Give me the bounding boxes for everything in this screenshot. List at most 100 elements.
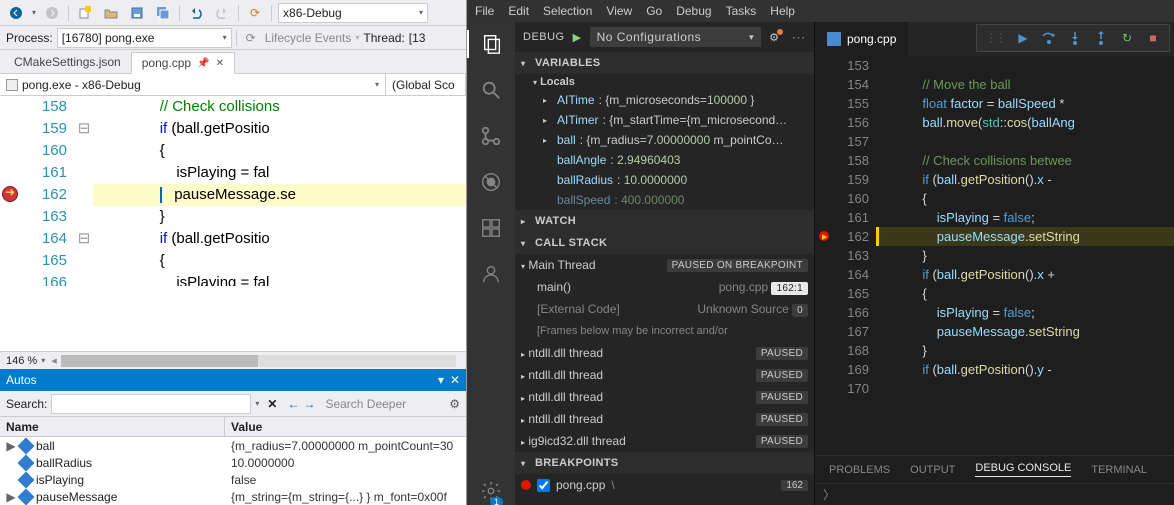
- continue-icon[interactable]: ▶: [1015, 30, 1031, 46]
- panel-tab-problems[interactable]: PROBLEMS: [829, 464, 890, 476]
- nav-fwd-button[interactable]: [42, 3, 62, 23]
- autos-row[interactable]: isPlaying false: [0, 471, 466, 488]
- chevron-down-icon[interactable]: ▾: [41, 356, 45, 365]
- callstack-header[interactable]: ▾CALL STACK: [515, 232, 814, 254]
- code-line[interactable]: if (ball.getPosition().x -: [879, 170, 1174, 189]
- code-line[interactable]: [879, 132, 1174, 151]
- restart-icon[interactable]: ↻: [1119, 30, 1135, 46]
- autos-row[interactable]: ▶pauseMessage {m_string={m_string={...} …: [0, 488, 466, 505]
- code-line[interactable]: // Check collisions: [93, 96, 466, 118]
- breakpoint-gutter[interactable]: ▸: [815, 56, 837, 455]
- code-line[interactable]: float factor = ballSpeed *: [879, 94, 1174, 113]
- code-line[interactable]: // Move the ball: [879, 75, 1174, 94]
- code-line[interactable]: ball.move(std::cos(ballAng: [879, 113, 1174, 132]
- thread-row[interactable]: ▸ ntdll.dll thread PAUSED: [515, 364, 814, 386]
- h-scrollbar[interactable]: [61, 355, 456, 367]
- vscode-editor[interactable]: ▸ 15315415515615715815916016116216316416…: [815, 56, 1174, 455]
- expand-icon[interactable]: ▶: [6, 439, 16, 453]
- menu-edit[interactable]: Edit: [508, 4, 529, 18]
- search-input[interactable]: [51, 394, 251, 414]
- code-line[interactable]: isPlaying = fal: [93, 162, 466, 184]
- chevron-down-icon[interactable]: ▾: [355, 33, 359, 42]
- explorer-icon[interactable]: [467, 30, 515, 58]
- lifecycle-icon[interactable]: ⟳: [241, 28, 261, 48]
- config-combo[interactable]: x86-Debug ▾: [278, 3, 428, 23]
- code-line[interactable]: if (ball.getPositio: [93, 228, 466, 250]
- close-icon[interactable]: ✕: [216, 58, 224, 69]
- panel-tab-debug console[interactable]: DEBUG CONSOLE: [975, 462, 1071, 477]
- expand-icon[interactable]: ▸: [543, 136, 553, 145]
- undo-icon[interactable]: [186, 3, 206, 23]
- pin-icon[interactable]: 📌: [197, 58, 209, 69]
- menu-selection[interactable]: Selection: [543, 4, 592, 18]
- code-line[interactable]: {: [879, 284, 1174, 303]
- redo-icon[interactable]: [212, 3, 232, 23]
- breakpoint-gutter[interactable]: [0, 96, 20, 351]
- close-icon[interactable]: ✕: [450, 373, 460, 387]
- panel-tab-output[interactable]: OUTPUT: [910, 464, 955, 476]
- vs-code-editor[interactable]: 158159160161162163164165166 ⊟⊟ // Check …: [0, 96, 466, 351]
- drag-grip-icon[interactable]: ⋮⋮: [985, 31, 1005, 45]
- locals-header[interactable]: ▾ Locals: [515, 74, 814, 90]
- autos-row[interactable]: ballRadius 10.0000000: [0, 454, 466, 471]
- breakpoint-hit-icon[interactable]: ▸: [819, 229, 833, 243]
- autos-row[interactable]: ▶ball {m_radius=7.00000000 m_pointCount=…: [0, 437, 466, 454]
- code-line[interactable]: }: [879, 341, 1174, 360]
- variable-item[interactable]: ballRadius: 10.0000000: [515, 170, 814, 190]
- breakpoints-header[interactable]: ▾BREAKPOINTS: [515, 452, 814, 474]
- code-line[interactable]: pauseMessage.setString: [879, 322, 1174, 341]
- variable-item[interactable]: ballSpeed: 400.000000: [515, 190, 814, 210]
- thread-row[interactable]: ▸ ntdll.dll thread PAUSED: [515, 386, 814, 408]
- extensions-icon[interactable]: [477, 214, 505, 242]
- stack-frame[interactable]: main() pong.cpp 162:1: [515, 276, 814, 298]
- code-line[interactable]: // Check collisions betwee: [879, 151, 1174, 170]
- variable-item[interactable]: ballAngle: 2.94960403: [515, 150, 814, 170]
- variables-header[interactable]: ▾VARIABLES: [515, 52, 814, 74]
- menu-file[interactable]: File: [475, 4, 494, 18]
- gear-icon[interactable]: ⚙: [449, 397, 460, 411]
- search-prev-icon[interactable]: ←: [287, 397, 299, 411]
- dropdown-icon[interactable]: ▾: [438, 373, 444, 387]
- scroll-left-icon[interactable]: ◂: [51, 354, 57, 367]
- editor-content[interactable]: // Move the ball float factor = ballSpee…: [879, 56, 1174, 455]
- menu-go[interactable]: Go: [646, 4, 662, 18]
- code-line[interactable]: if (ball.getPosition().x +: [879, 265, 1174, 284]
- menu-debug[interactable]: Debug: [676, 4, 711, 18]
- step-into-icon[interactable]: [1067, 30, 1083, 46]
- scope-combo[interactable]: (Global Sco: [386, 74, 466, 95]
- gear-icon[interactable]: ⚙: [769, 31, 779, 44]
- config-dropdown[interactable]: No Configurations ▾: [590, 27, 762, 47]
- menu-view[interactable]: View: [606, 4, 632, 18]
- col-name[interactable]: Name: [0, 417, 225, 436]
- code-line[interactable]: {: [879, 189, 1174, 208]
- thread-row[interactable]: ▸ ntdll.dll thread PAUSED: [515, 408, 814, 430]
- code-line[interactable]: [879, 379, 1174, 398]
- expand-icon[interactable]: ▸: [543, 116, 553, 125]
- menu-help[interactable]: Help: [770, 4, 795, 18]
- code-line[interactable]: isPlaying = false;: [879, 303, 1174, 322]
- nav-back-button[interactable]: [6, 3, 26, 23]
- zoom-value[interactable]: 146 %: [6, 355, 37, 367]
- debug-icon[interactable]: [477, 168, 505, 196]
- watch-header[interactable]: ▸WATCH: [515, 210, 814, 232]
- search-next-icon[interactable]: →: [303, 397, 315, 411]
- open-file-icon[interactable]: [101, 3, 121, 23]
- variable-item[interactable]: ▸ AITime: {m_microseconds=100000 }: [515, 90, 814, 110]
- stop-icon[interactable]: ■: [1145, 30, 1161, 46]
- target-combo[interactable]: pong.exe - x86-Debug ▾: [0, 74, 386, 95]
- code-line[interactable]: {: [93, 250, 466, 272]
- code-line[interactable]: if (ball.getPositio: [93, 118, 466, 140]
- expand-icon[interactable]: ▶: [6, 490, 16, 504]
- scm-icon[interactable]: [477, 122, 505, 150]
- breadcrumb-chevron-icon[interactable]: 〉: [823, 486, 835, 503]
- tab-cmakesettings[interactable]: CMakeSettings.json: [4, 51, 131, 73]
- expand-icon[interactable]: ▸: [543, 96, 553, 105]
- variable-item[interactable]: ▸ AITimer: {m_startTime={m_microsecond…: [515, 110, 814, 130]
- code-line[interactable]: if (ball.getPosition().y -: [879, 360, 1174, 379]
- fold-gutter[interactable]: ⊟⊟: [75, 96, 93, 351]
- search-deeper-label[interactable]: Search Deeper: [325, 397, 406, 411]
- code-line[interactable]: isPlaying = false;: [879, 208, 1174, 227]
- start-debug-icon[interactable]: ▶: [573, 31, 582, 44]
- search-icon[interactable]: [477, 76, 505, 104]
- settings-gear-icon[interactable]: 1: [477, 477, 505, 505]
